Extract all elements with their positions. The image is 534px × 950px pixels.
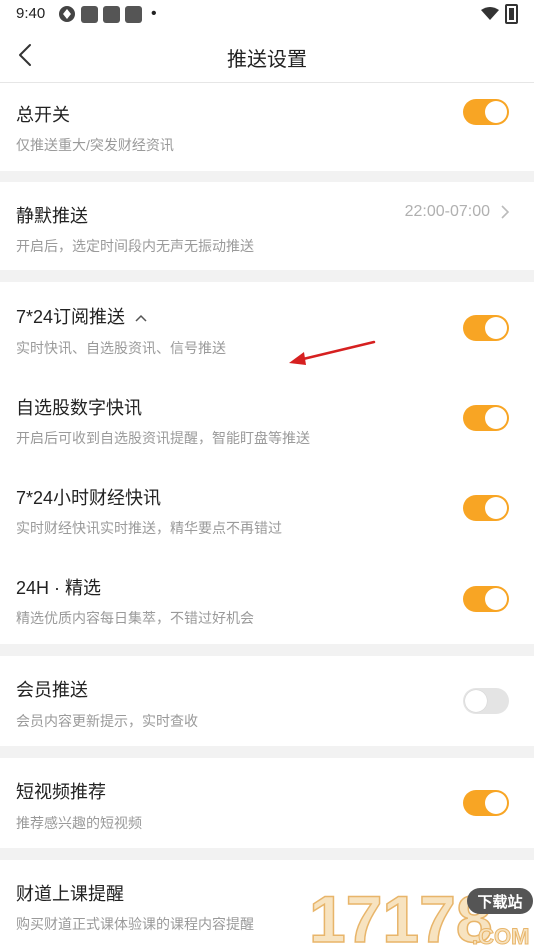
- setting-row-member-push: 会员推送 会员内容更新提示，实时查收: [0, 656, 534, 746]
- master-switch-toggle[interactable]: [463, 99, 509, 125]
- setting-title: 短视频推荐: [16, 782, 106, 802]
- setting-row-quiet-push[interactable]: 静默推送 开启后，选定时间段内无声无振动推送 22:00-07:00: [0, 182, 534, 270]
- app-icon: [59, 6, 75, 22]
- setting-row-finance-7x24: 7*24小时财经快讯 实时财经快讯实时推送，精华要点不再错过: [0, 462, 534, 552]
- setting-title: 自选股数字快讯: [16, 398, 142, 418]
- setting-row-watchlist-digital: 自选股数字快讯 开启后可收到自选股资讯提醒，智能盯盘等推送: [0, 372, 534, 462]
- chevron-right-icon: [501, 205, 510, 219]
- wifi-icon: [481, 7, 499, 20]
- setting-subtitle: 精选优质内容每日集萃，不错过好机会: [16, 610, 254, 626]
- subscription-7x24-toggle[interactable]: [463, 315, 509, 341]
- setting-title: 会员推送: [16, 680, 88, 700]
- setting-subtitle: 开启后可收到自选股资讯提醒，智能盯盘等推送: [16, 430, 310, 446]
- setting-subtitle: 推荐感兴趣的短视频: [16, 815, 142, 831]
- toggle-knob: [485, 407, 507, 429]
- page-title: 推送设置: [227, 49, 307, 71]
- battery-icon: [505, 4, 518, 24]
- status-icons-left: •: [58, 5, 157, 23]
- section-quiet-push: 静默推送 开启后，选定时间段内无声无振动推送 22:00-07:00: [0, 182, 534, 270]
- setting-row-master-switch: 总开关 仅推送重大/突发财经资讯: [0, 83, 534, 171]
- watermark-number: 17178: [309, 882, 493, 950]
- setting-subtitle: 实时快讯、自选股资讯、信号推送: [16, 340, 226, 356]
- member-push-toggle[interactable]: [463, 688, 509, 714]
- setting-title: 24H · 精选: [16, 578, 102, 598]
- section-member-push: 会员推送 会员内容更新提示，实时查收: [0, 656, 534, 746]
- short-video-toggle[interactable]: [463, 790, 509, 816]
- setting-title: 总开关: [16, 105, 70, 125]
- quiet-time-value: 22:00-07:00: [404, 203, 490, 220]
- notification-icon: [81, 5, 98, 23]
- annotation-arrow: [289, 340, 376, 365]
- more-notifications-dot: •: [151, 5, 157, 22]
- setting-row-selection-24h: 24H · 精选 精选优质内容每日集萃，不错过好机会: [0, 552, 534, 644]
- setting-subtitle: 开启后，选定时间段内无声无振动推送: [16, 238, 254, 254]
- watermark-domain: .COM: [472, 924, 529, 949]
- toggle-knob: [485, 101, 507, 123]
- selection-24h-toggle[interactable]: [463, 586, 509, 612]
- setting-row-short-video: 短视频推荐 推荐感兴趣的短视频: [0, 758, 534, 848]
- notification-icon: [125, 5, 142, 23]
- section-master: 总开关 仅推送重大/突发财经资讯: [0, 83, 534, 171]
- toggle-knob: [485, 317, 507, 339]
- chevron-up-icon[interactable]: [134, 313, 148, 323]
- status-icons-right: [481, 4, 518, 24]
- setting-row-7x24-subscription: 7*24订阅推送 实时快讯、自选股资讯、信号推送: [0, 282, 534, 372]
- watchlist-digital-toggle[interactable]: [463, 405, 509, 431]
- setting-title: 静默推送: [16, 206, 88, 226]
- status-bar: 9:40 •: [0, 0, 534, 28]
- setting-subtitle: 购买财道正式课体验课的课程内容提醒: [16, 916, 254, 932]
- toggle-knob: [485, 497, 507, 519]
- notification-icon: [103, 5, 120, 23]
- setting-subtitle: 仅推送重大/突发财经资讯: [16, 137, 174, 153]
- section-subscriptions: 7*24订阅推送 实时快讯、自选股资讯、信号推送 自选股数字快讯 开启后可收到自…: [0, 282, 534, 644]
- toggle-knob: [485, 588, 507, 610]
- setting-title: 7*24小时财经快讯: [16, 488, 162, 508]
- watermark-tag: 下载站: [477, 893, 522, 911]
- status-time: 9:40: [16, 5, 46, 22]
- setting-subtitle: 会员内容更新提示，实时查收: [16, 713, 198, 729]
- setting-subtitle: 实时财经快讯实时推送，精华要点不再错过: [16, 520, 282, 536]
- toggle-knob: [465, 690, 487, 712]
- watermark-logo: 17178 下载站 .COM: [309, 881, 533, 950]
- nav-bar: 推送设置: [0, 28, 534, 83]
- section-short-video: 短视频推荐 推荐感兴趣的短视频: [0, 758, 534, 848]
- toggle-knob: [485, 792, 507, 814]
- setting-title-text: 7*24订阅推送: [16, 307, 126, 327]
- finance-7x24-toggle[interactable]: [463, 495, 509, 521]
- setting-title: 7*24订阅推送: [16, 303, 148, 329]
- setting-title: 财道上课提醒: [16, 884, 124, 904]
